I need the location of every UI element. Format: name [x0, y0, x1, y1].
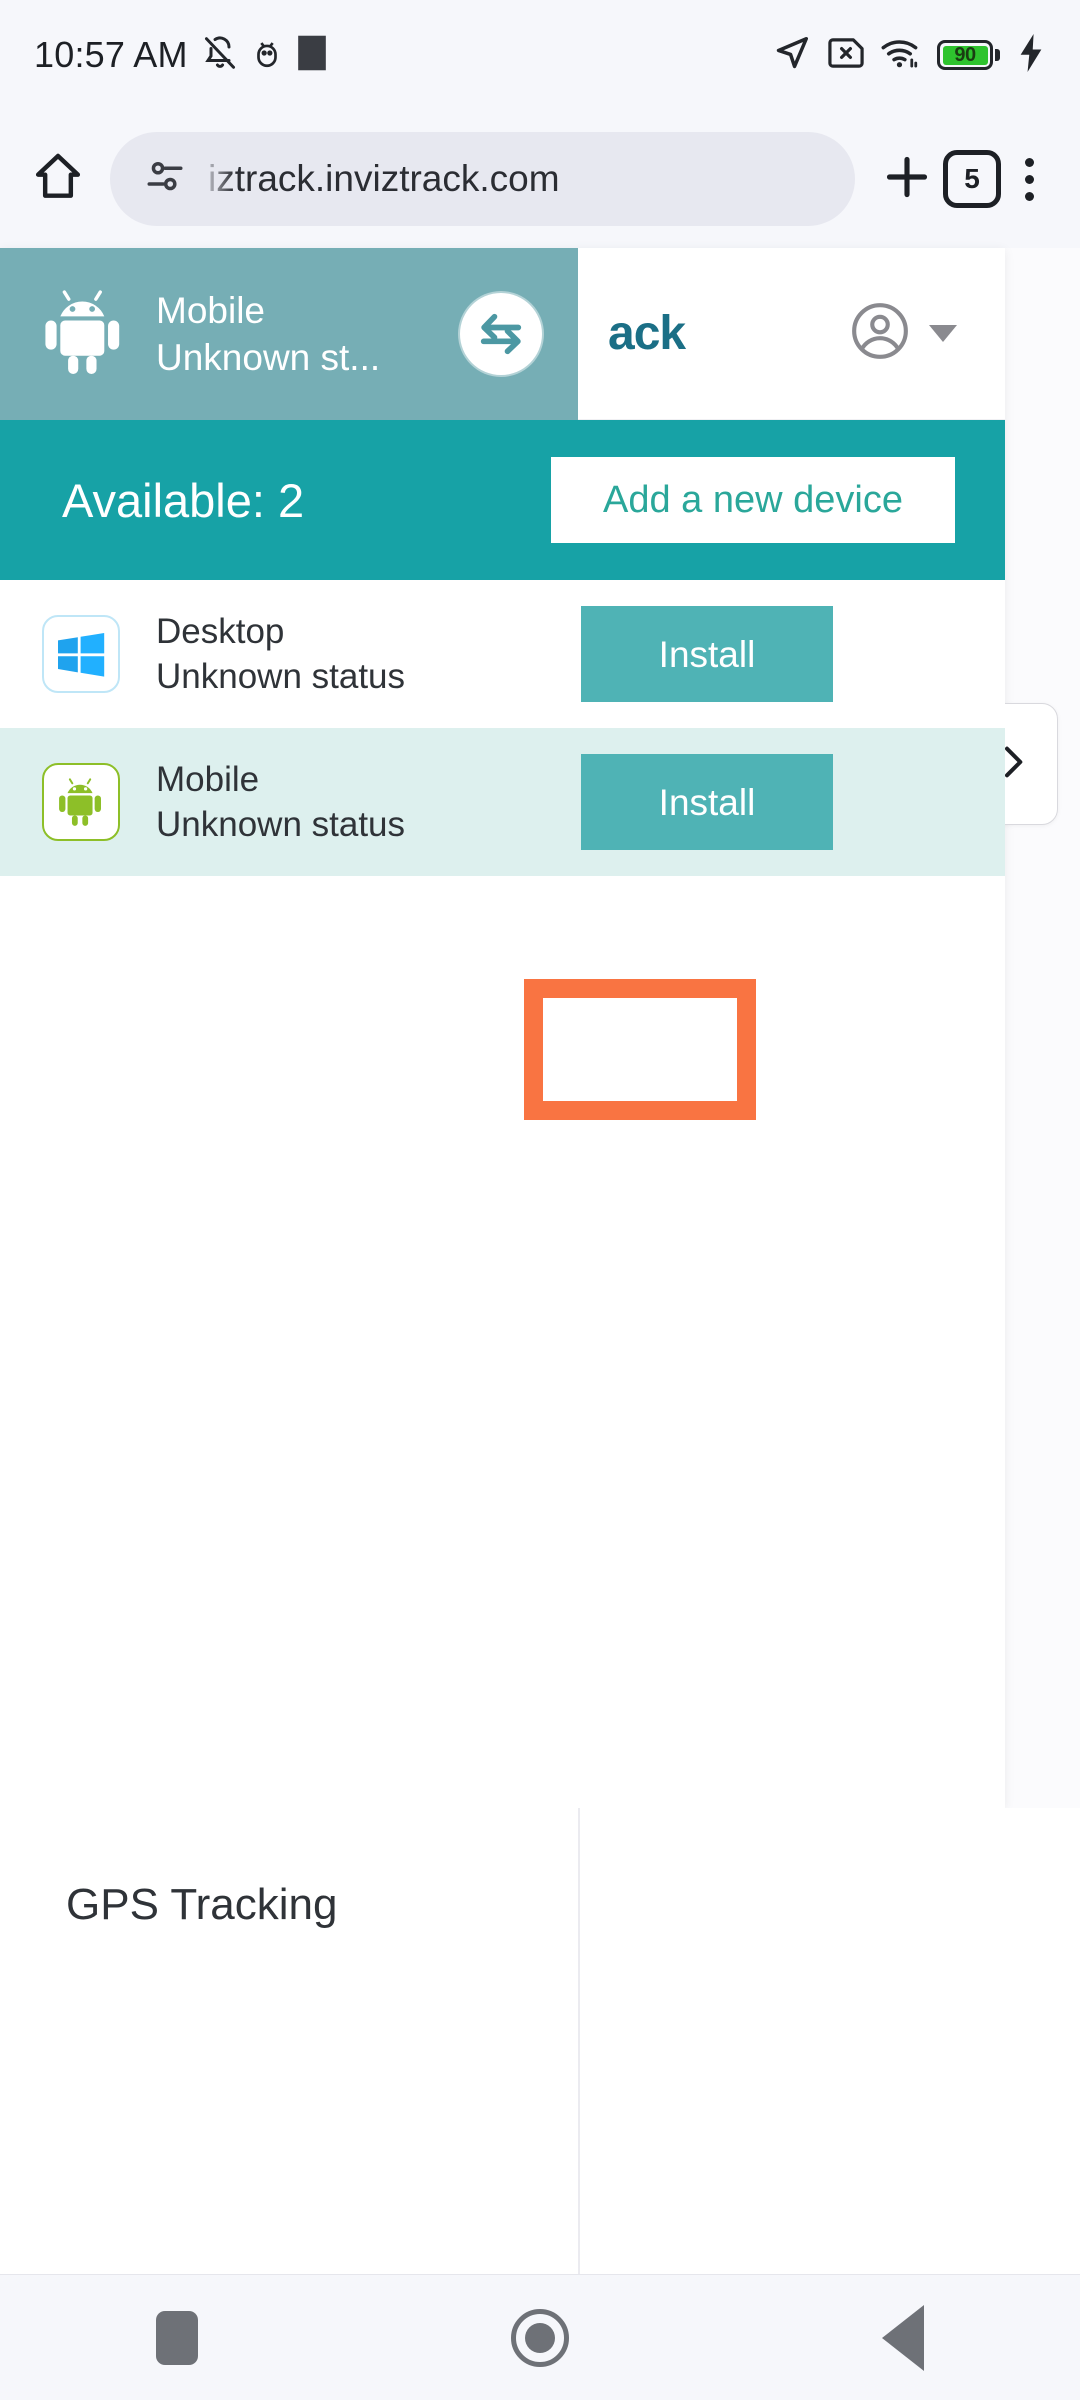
- status-bar: 10:57 AM 90: [0, 0, 1080, 110]
- device-status: Unknown status: [156, 657, 406, 696]
- wifi-icon: [881, 37, 921, 74]
- browser-toolbar: iztrack.inviztrack.com 5: [0, 110, 1080, 248]
- available-count-label: Available: 2: [62, 473, 305, 527]
- install-button-desktop[interactable]: Install: [581, 606, 833, 702]
- device-name: Desktop: [156, 611, 285, 651]
- current-device-header[interactable]: Mobile Unknown st...: [0, 248, 578, 420]
- status-bar-clock: 10:57 AM: [34, 34, 188, 75]
- device-status: Unknown status: [156, 805, 406, 844]
- current-device-meta: Mobile Unknown st...: [156, 287, 432, 382]
- column-divider: [578, 1808, 580, 2274]
- address-bar[interactable]: iztrack.inviztrack.com: [110, 132, 855, 226]
- available-devices-bar: Available: 2 Add a new device: [0, 420, 1005, 580]
- location-arrow-icon: [773, 34, 811, 77]
- sim-off-icon: [827, 36, 865, 75]
- address-bar-text: iztrack.inviztrack.com: [208, 158, 560, 199]
- recents-square-icon[interactable]: [156, 2310, 199, 2365]
- current-device-name: Mobile: [156, 289, 265, 331]
- android-robot-icon: [40, 284, 128, 385]
- screen-record-icon: [296, 34, 328, 77]
- tab-count-label: 5: [964, 163, 980, 194]
- device-row-desktop[interactable]: Desktop Unknown status Install: [0, 580, 1005, 728]
- android-debug-icon: [252, 36, 282, 75]
- charging-bolt-icon: [1016, 33, 1046, 77]
- device-row-mobile[interactable]: Mobile Unknown status Install: [0, 728, 1005, 876]
- section-title-gps-tracking: GPS Tracking: [66, 1880, 338, 1929]
- plus-icon[interactable]: [879, 149, 935, 210]
- tab-counter-button[interactable]: 5: [943, 150, 1001, 208]
- add-new-device-button[interactable]: Add a new device: [551, 457, 955, 543]
- web-page: ack Mobile Unknown st... Available: 2 Ad…: [0, 248, 1080, 2400]
- device-switcher-panel: Mobile Unknown st... Available: 2 Add a …: [0, 248, 1005, 876]
- home-circle-icon[interactable]: [510, 2308, 569, 2367]
- device-mobile-meta: Mobile Unknown status: [156, 757, 545, 848]
- swap-horizontal-icon[interactable]: [460, 293, 542, 375]
- status-bar-right: 90: [773, 33, 1046, 77]
- three-dot-menu-icon[interactable]: [1009, 157, 1050, 201]
- phone-screen: 10:57 AM 90 iztrack.inviztrack.com 5 ack…: [0, 0, 1080, 2400]
- battery-icon: 90: [937, 40, 1000, 70]
- device-desktop-meta: Desktop Unknown status: [156, 609, 545, 700]
- install-button-mobile[interactable]: Install: [581, 754, 833, 850]
- windows-logo-icon: [42, 615, 120, 693]
- android-nav-bar: [0, 2274, 1080, 2400]
- home-icon[interactable]: [30, 149, 86, 210]
- page-lower-section: GPS Tracking Help: [0, 1808, 1080, 2400]
- status-bar-left: 10:57 AM: [34, 34, 328, 77]
- device-name: Mobile: [156, 759, 260, 799]
- android-robot-icon: [42, 763, 120, 841]
- back-triangle-icon[interactable]: [881, 2304, 924, 2371]
- current-device-status: Unknown st...: [156, 337, 381, 378]
- battery-level-label: 90: [942, 44, 988, 66]
- bell-off-icon: [202, 35, 238, 76]
- page-settings-icon[interactable]: [144, 156, 186, 203]
